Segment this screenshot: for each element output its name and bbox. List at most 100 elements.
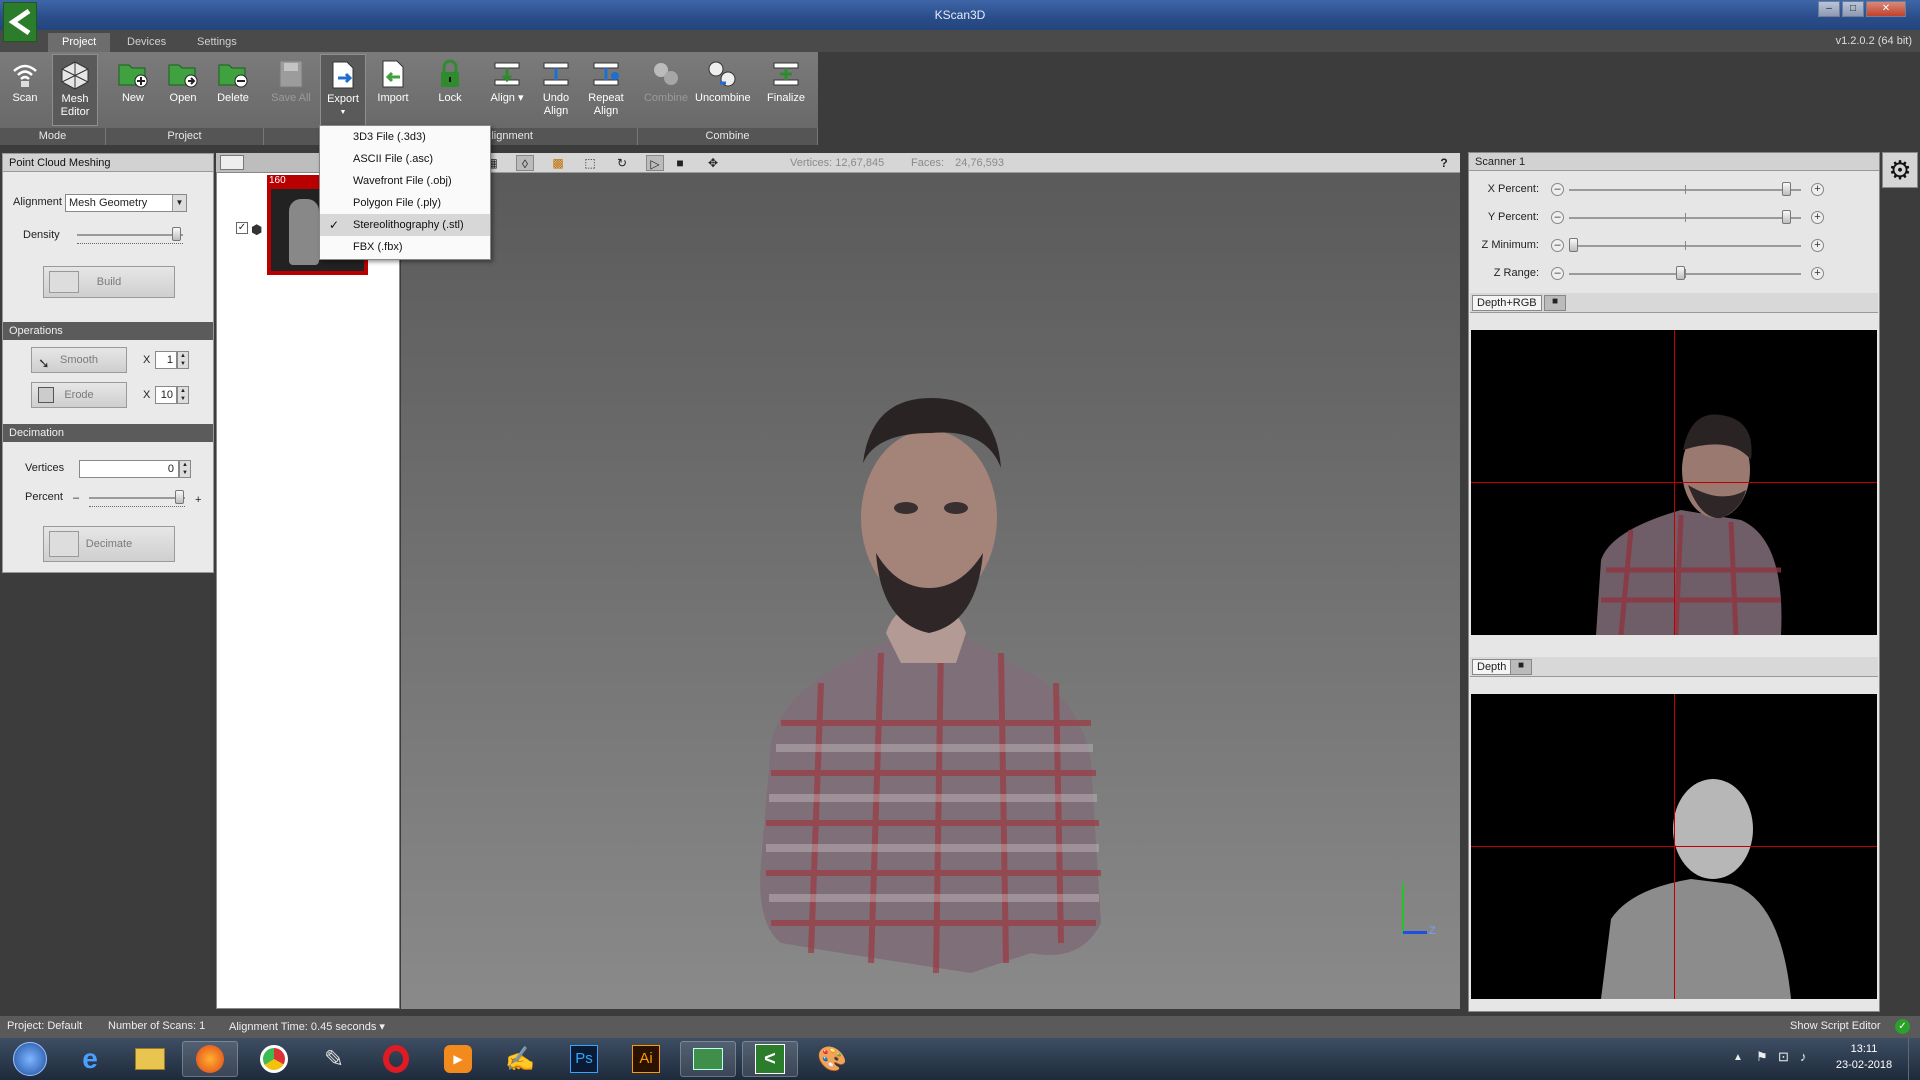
lock-button[interactable]: Lock [427,54,473,126]
network-icon[interactable]: ⊡ [1778,1049,1789,1065]
plus-icon[interactable]: + [1811,239,1824,252]
scan-checkbox[interactable]: ✓ [236,222,248,234]
tab-depth-rgb[interactable]: Depth+RGB [1472,295,1542,311]
plus-icon[interactable]: + [1811,183,1824,196]
clock-time[interactable]: 13:11 [1834,1043,1894,1055]
density-slider[interactable] [77,234,183,236]
volume-icon[interactable]: ♪ [1800,1049,1807,1064]
undo-align-button[interactable]: Undo Align [533,54,579,126]
export-ply-item[interactable]: Polygon File (.ply) [320,192,490,214]
app-logo[interactable] [3,2,37,42]
clock-date[interactable]: 23-02-2018 [1828,1059,1900,1071]
erode-button[interactable]: Erode [31,382,127,408]
align-button[interactable]: Align ▾ [484,54,530,126]
3d-viewport[interactable]: Z [401,153,1460,1009]
scanner-slider-label: X Percent: [1487,183,1539,195]
plus-icon[interactable]: + [1811,211,1824,224]
photoshop-icon[interactable]: Ps [556,1041,612,1077]
minus-icon[interactable]: – [1551,211,1564,224]
close-button[interactable]: ✕ [1866,1,1906,17]
screen-app-icon[interactable] [680,1041,736,1077]
kscan3d-taskbar-icon[interactable]: < [742,1041,798,1077]
export-asc-item[interactable]: ASCII File (.asc) [320,148,490,170]
minus-icon[interactable]: – [1551,267,1564,280]
chevron-down-icon: ▼ [339,109,347,116]
paint-palette-icon[interactable]: 🎨 [804,1041,860,1077]
scanner-slider-handle[interactable] [1782,210,1791,224]
tab-devices[interactable]: Devices [113,33,180,52]
delete-button[interactable]: Delete [210,54,256,126]
stop-icon[interactable]: ■ [671,155,689,171]
media-player-icon[interactable]: ▶ [430,1041,486,1077]
vertices-spinner[interactable]: ▲ ▼ [179,460,191,478]
export-stl-item[interactable]: ✓ Stereolithography (.stl) [320,214,490,236]
export-fbx-item[interactable]: FBX (.fbx) [320,236,490,258]
export-obj-item[interactable]: Wavefront File (.obj) [320,170,490,192]
tab-settings[interactable]: Settings [183,33,251,52]
build-button[interactable]: Build [43,266,175,298]
show-desktop-button[interactable] [1908,1038,1920,1080]
paint-tool-icon[interactable]: ✎ [306,1041,362,1077]
vertices-field[interactable]: 0 [79,460,179,478]
alignment-select[interactable]: Mesh Geometry ▼ [65,194,187,212]
scanner-slider-handle[interactable] [1782,182,1791,196]
start-button[interactable] [2,1041,58,1077]
depth-rgb-preview [1471,330,1877,635]
tray-show-hidden-icon[interactable]: ▲ [1733,1052,1743,1063]
decimate-button[interactable]: Decimate [43,526,175,562]
internet-explorer-icon[interactable]: e [62,1041,118,1077]
rotate-icon[interactable]: ↻ [613,155,631,171]
export-button[interactable]: Export ▼ [320,54,366,128]
erode-count-field[interactable]: 10 [155,386,177,404]
play-icon[interactable]: ▷ [646,155,664,171]
camera-icon[interactable]: ■ [1510,659,1532,675]
mesh-editor-button[interactable]: Mesh Editor [52,54,98,126]
cube-icon[interactable]: ⬚ [581,155,599,171]
show-script-editor-link[interactable]: Show Script Editor [1790,1020,1880,1032]
scan-button[interactable]: Scan [2,54,48,126]
chrome-icon[interactable] [246,1041,302,1077]
move-icon[interactable]: ✥ [704,155,722,171]
scanner-slider-handle[interactable] [1676,266,1685,280]
density-slider-handle[interactable] [172,227,181,241]
maximize-button[interactable]: □ [1842,1,1864,17]
file-explorer-icon[interactable] [122,1041,178,1077]
operations-header: Operations [3,322,213,340]
firefox-icon[interactable] [182,1041,238,1077]
percent-slider-handle[interactable] [175,490,184,504]
status-alignment-time[interactable]: Alignment Time: 0.45 seconds ▾ [229,1020,385,1033]
smooth-button[interactable]: ➘ Smooth [31,347,127,373]
save-all-button[interactable]: Save All [268,54,314,126]
light-icon[interactable]: ◊ [516,155,534,171]
export-3d3-item[interactable]: 3D3 File (.3d3) [320,126,490,148]
minus-icon[interactable]: – [1551,183,1564,196]
picture-icon[interactable] [220,155,244,170]
signature-app-icon[interactable]: ✍ [492,1041,548,1077]
plus-icon[interactable]: + [1811,267,1824,280]
scanner-slider-handle[interactable] [1569,238,1578,252]
uncombine-button[interactable]: Uncombine [695,54,751,126]
combine-button[interactable]: Combine [643,54,689,126]
minus-icon[interactable]: – [1551,239,1564,252]
import-button[interactable]: Import [370,54,416,126]
opera-icon[interactable] [368,1041,424,1077]
vertices-count-label: Vertices: 12,67,845 [790,157,885,169]
flag-icon[interactable]: ⚑ [1756,1049,1768,1065]
repeat-align-button[interactable]: Repeat Align [583,54,629,126]
erode-spinner[interactable]: ▲ ▼ [177,386,189,404]
crosshair-horizontal [1471,846,1877,847]
color-grid-icon[interactable]: ▩ [549,155,567,171]
minimize-button[interactable]: – [1818,1,1840,17]
smooth-spinner[interactable]: ▲ ▼ [177,351,189,369]
camera-icon[interactable]: ■ [1544,295,1566,311]
help-icon[interactable]: ? [1435,155,1453,171]
tab-depth[interactable]: Depth [1472,659,1512,675]
finalize-button[interactable]: Finalize [763,54,809,126]
percent-slider[interactable] [89,497,185,499]
new-button[interactable]: New [110,54,156,126]
tab-project[interactable]: Project [48,33,111,52]
open-button[interactable]: Open [160,54,206,126]
smooth-count-field[interactable]: 1 [155,351,177,369]
gear-icon[interactable]: ⚙ [1882,152,1918,188]
illustrator-icon[interactable]: Ai [618,1041,674,1077]
